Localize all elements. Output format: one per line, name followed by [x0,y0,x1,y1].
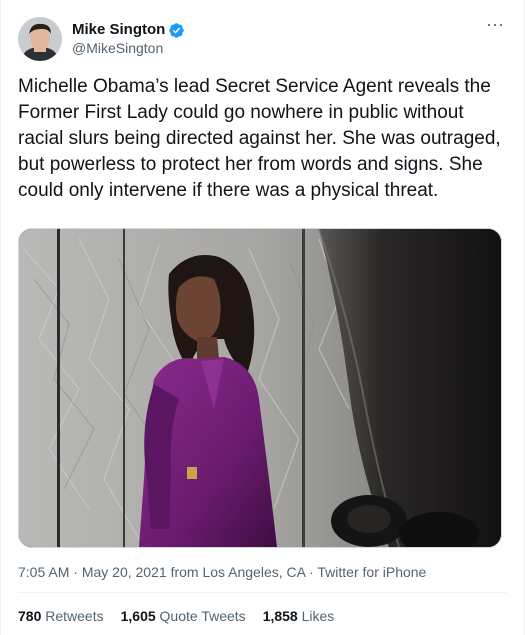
divider [18,592,507,593]
display-name[interactable]: Mike Sington [72,21,165,39]
quote-tweets-count: 1,605 [120,608,156,624]
tweet-location[interactable]: from Los Angeles, CA [171,564,306,580]
quote-tweets-stat[interactable]: 1,605 Quote Tweets [121,608,246,624]
likes-count: 1,858 [262,608,298,624]
avatar[interactable] [18,17,62,61]
tweet-source[interactable]: Twitter for iPhone [317,564,426,580]
tweet-time[interactable]: 7:05 AM [18,564,69,580]
author-names: Mike Sington @MikeSington [72,21,185,57]
meta-separator-2: · [309,564,314,580]
retweets-label: Retweets [45,608,104,624]
verified-badge-icon [168,22,185,39]
author-handle[interactable]: @MikeSington [72,39,185,57]
tweet-detail: Mike Sington @MikeSington ··· Michelle O… [0,0,525,635]
quote-tweets-label: Quote Tweets [159,608,246,624]
likes-stat[interactable]: 1,858 Likes [263,608,335,624]
meta-separator: · [73,564,78,580]
retweets-stat[interactable]: 780 Retweets [18,608,104,624]
retweets-count: 780 [18,608,42,624]
more-options-icon[interactable]: ··· [485,15,505,35]
tweet-text: Michelle Obama’s lead Secret Service Age… [18,76,501,201]
tweet-date[interactable]: May 20, 2021 [82,564,167,580]
tweet-metadata: 7:05 AM · May 20, 2021 from Los Angeles,… [18,564,426,580]
tweet-header: Mike Sington @MikeSington ··· [18,15,507,61]
tweet-photo[interactable] [18,228,502,548]
likes-label: Likes [301,608,335,624]
engagement-stats: 780 Retweets 1,605 Quote Tweets 1,858 Li… [18,608,351,624]
display-name-row: Mike Sington [72,21,185,39]
